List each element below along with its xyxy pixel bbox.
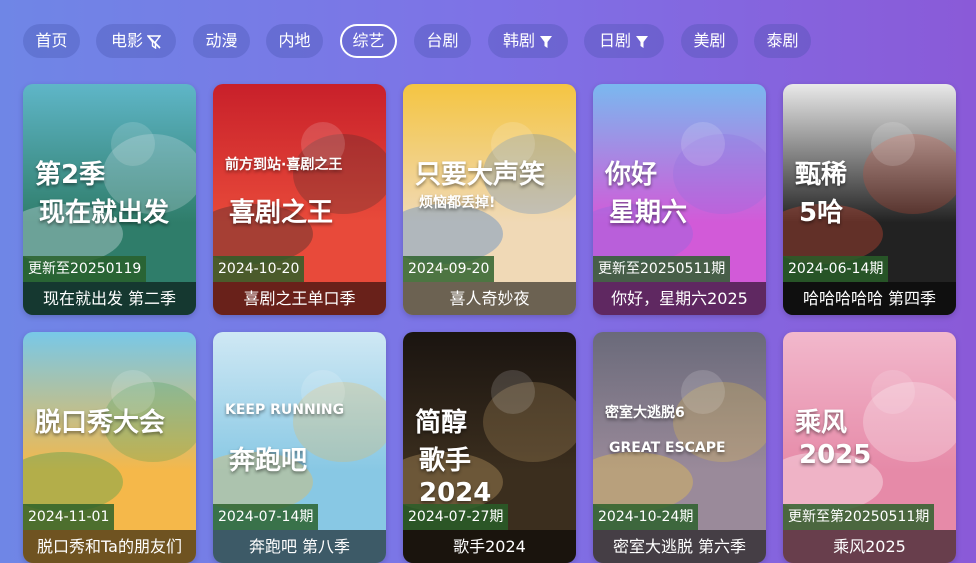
poster-title-art: 烦恼都丢掉! (419, 195, 496, 211)
show-title: 现在就出发 第二季 (23, 282, 196, 315)
show-card[interactable]: 简醇 歌手 2024 2024-07-27期 歌手2024 (403, 332, 576, 563)
poster-title-art: 5哈 (799, 198, 844, 228)
show-card[interactable]: 第2季现在就出发更新至20250119 现在就出发 第二季 (23, 84, 196, 315)
update-badge: 2024-07-14期 (213, 504, 319, 530)
filter-icon (636, 35, 648, 48)
poster-title-art: 2025 (799, 440, 872, 470)
tab-label: 综艺 (352, 31, 385, 50)
poster-title-art: 简醇 (415, 408, 468, 438)
show-title: 乘风2025 (783, 530, 956, 563)
poster-title-art: 现在就出发 (39, 198, 170, 228)
show-title: 歌手2024 (403, 530, 576, 563)
poster-title-art: 密室大逃脱6 (605, 405, 685, 421)
filter-off-icon (147, 34, 161, 49)
show-card[interactable]: 乘风 2025 更新至第20250511期 乘风2025 (783, 332, 956, 563)
poster-title-art: 只要大声笑 (415, 160, 546, 190)
tab-label: 美剧 (693, 31, 726, 50)
tab-8[interactable]: 美剧 (681, 24, 738, 58)
update-badge: 2024-10-20 (213, 256, 305, 282)
tab-label: 韩剧 (502, 31, 535, 50)
poster-title-art: 脱口秀大会 (35, 408, 166, 438)
tab-label: 电影 (110, 31, 143, 50)
tab-0[interactable]: 首页 (23, 24, 80, 58)
show-title: 密室大逃脱 第六季 (593, 530, 766, 563)
tab-7[interactable]: 日剧 (584, 24, 664, 58)
tab-label: 日剧 (598, 31, 631, 50)
show-card[interactable]: KEEP RUNNING 奔跑吧 2024-07-14期 奔跑吧 第八季 (213, 332, 386, 563)
tab-label: 泰剧 (766, 31, 799, 50)
tab-label: 动漫 (205, 31, 238, 50)
tab-label: 台剧 (426, 31, 459, 50)
update-badge: 更新至第20250511期 (783, 504, 935, 530)
poster-title-art: 乘风 (795, 408, 848, 438)
tab-6[interactable]: 韩剧 (488, 24, 568, 58)
tab-label: 首页 (35, 31, 68, 50)
tab-5[interactable]: 台剧 (414, 24, 471, 58)
poster-title-art: 奔跑吧 (229, 446, 308, 476)
tab-4[interactable]: 综艺 (340, 24, 397, 58)
update-badge: 2024-09-20 (403, 256, 495, 282)
poster-title-art: 第2季 (35, 160, 106, 190)
poster-title-art: 喜剧之王 (229, 198, 334, 228)
update-badge: 更新至20250119 (23, 256, 147, 282)
poster-title-art: 甄稀 (795, 160, 848, 190)
poster-title-art: 星期六 (609, 198, 688, 228)
poster-title-art: KEEP RUNNING (225, 402, 345, 418)
tab-2[interactable]: 动漫 (193, 24, 250, 58)
poster-title-art: 歌手 (419, 446, 472, 476)
show-card[interactable]: 前方到站·喜剧之王喜剧之王 2024-10-20 喜剧之王单口季 (213, 84, 386, 315)
tab-1[interactable]: 电影 (96, 24, 176, 58)
update-badge: 2024-10-24期 (593, 504, 699, 530)
show-title: 奔跑吧 第八季 (213, 530, 386, 563)
poster-title-art: 你好 (605, 160, 658, 190)
tab-label: 内地 (278, 31, 311, 50)
show-card[interactable]: 你好星期六更新至20250511期 你好，星期六2025 (593, 84, 766, 315)
update-badge: 2024-06-14期 (783, 256, 889, 282)
update-badge: 2024-07-27期 (403, 504, 509, 530)
tab-3[interactable]: 内地 (266, 24, 323, 58)
show-title: 脱口秀和Ta的朋友们 (23, 530, 196, 563)
tab-9[interactable]: 泰剧 (754, 24, 811, 58)
show-card[interactable]: 脱口秀大会 2024-11-01 脱口秀和Ta的朋友们 (23, 332, 196, 563)
show-card[interactable]: 只要大声笑烦恼都丢掉! 2024-09-20 喜人奇妙夜 (403, 84, 576, 315)
show-card[interactable]: 甄稀 5哈 2024-06-14期 哈哈哈哈哈 第四季 (783, 84, 956, 315)
poster-title-art: GREAT ESCAPE (609, 440, 726, 456)
update-badge: 更新至20250511期 (593, 256, 731, 282)
show-title: 哈哈哈哈哈 第四季 (783, 282, 956, 315)
show-title: 喜剧之王单口季 (213, 282, 386, 315)
show-title: 你好，星期六2025 (593, 282, 766, 315)
poster-title-art: 前方到站·喜剧之王 (225, 157, 343, 173)
update-badge: 2024-11-01 (23, 504, 115, 530)
show-title: 喜人奇妙夜 (403, 282, 576, 315)
filter-icon (540, 35, 552, 48)
show-card[interactable]: 密室大逃脱6 GREAT ESCAPE 2024-10-24期 密室大逃脱 第六季 (593, 332, 766, 563)
